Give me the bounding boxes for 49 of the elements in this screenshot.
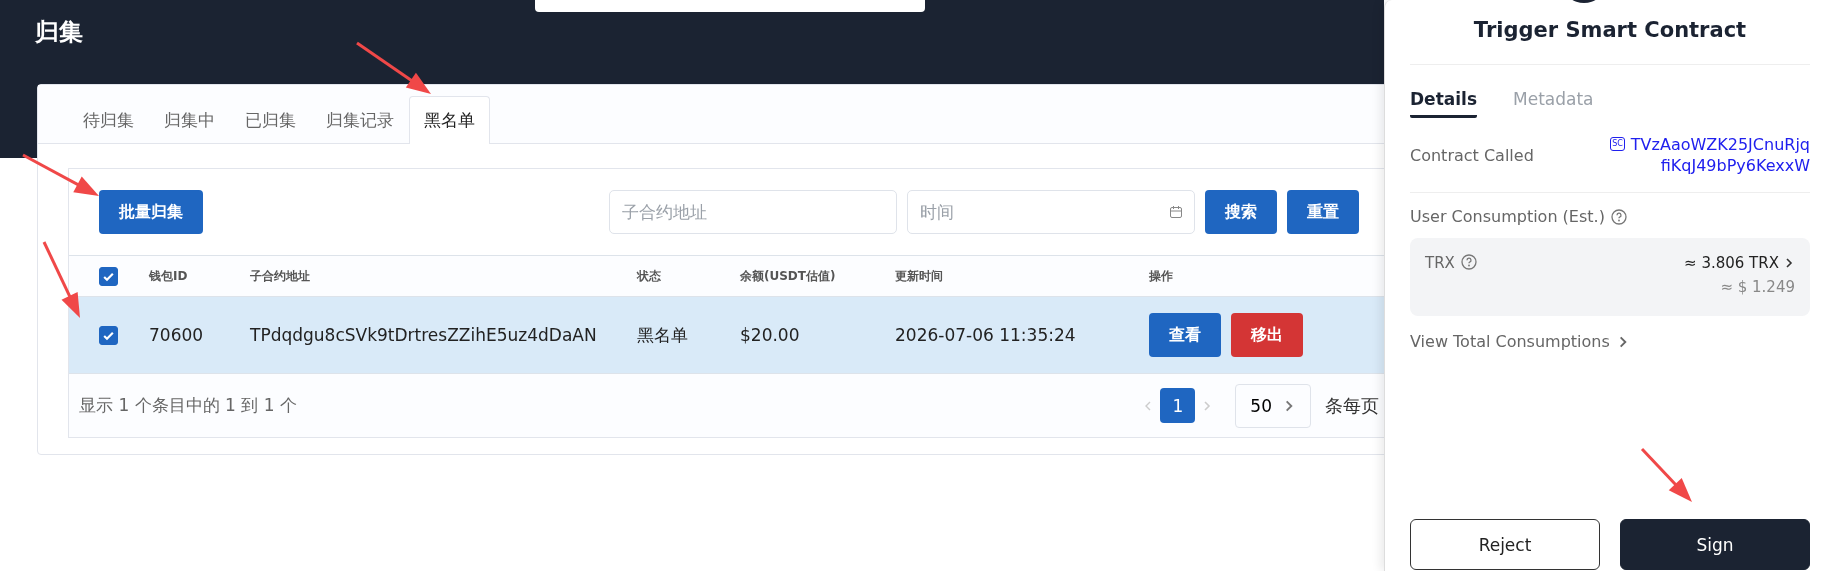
calendar-icon	[1169, 205, 1183, 219]
view-total-link[interactable]: View Total Consumptions	[1410, 332, 1630, 351]
remove-button[interactable]: 移出	[1231, 313, 1303, 357]
view-button[interactable]: 查看	[1149, 313, 1221, 357]
annotation-arrow	[1640, 447, 1692, 502]
tab[interactable]: 归集中	[149, 96, 230, 144]
column-header: 更新时间	[895, 267, 944, 285]
fee-amount: ≈ 3.806 TRX	[1684, 254, 1779, 272]
page-button[interactable]: 1	[1160, 388, 1196, 423]
address-field[interactable]: 子合约地址	[609, 190, 897, 234]
select-all-checkbox[interactable]	[99, 266, 118, 286]
table-cell-text: TPdqdgu8cSVk9tDrtresZZihE5uz4dDaAN	[250, 325, 598, 345]
tab[interactable]: 待归集	[68, 96, 149, 144]
table-row[interactable]: 70600 TPdqdgu8cSVk9tDrtresZZihE5uz4dDaAN 黑名单 $20.00 2026-07-06 11:35:24 查看 移出	[69, 296, 1384, 373]
field-label: Contract Called	[1410, 145, 1534, 165]
table-cell-text: 黑名单	[637, 323, 689, 347]
sign-button[interactable]: Sign	[1620, 519, 1810, 570]
help-icon	[1460, 254, 1477, 270]
tab[interactable]: 黑名单	[409, 96, 490, 144]
table-cell-text: $20.00	[740, 325, 801, 345]
entries-summary: 显示 1 个条目中的 1 到 1 个	[79, 394, 297, 417]
reset-button[interactable]: 重置	[1287, 190, 1359, 234]
fee-usd: ≈ $ 1.249	[1720, 278, 1795, 296]
chevron-right-icon	[1783, 257, 1795, 269]
column-header: 钱包ID	[149, 267, 189, 285]
page-size-label: 条每页	[1325, 393, 1379, 418]
batch-collect-button[interactable]: 批量归集	[99, 190, 203, 234]
column-header: 余额(USDT估值)	[740, 267, 837, 285]
table-cell-text: 2026-07-06 11:35:24	[895, 325, 1077, 345]
page-title: 归集	[35, 17, 83, 48]
help-icon	[1610, 208, 1627, 225]
table-cell-text: 70600	[149, 325, 205, 345]
contract-address-link[interactable]: fiKqJ49bPy6KexxW	[1660, 155, 1810, 176]
column-header: 状态	[637, 267, 662, 285]
field-label: User Consumption (Est.)	[1410, 207, 1605, 226]
panel-title: Trigger Smart Contract	[1410, 0, 1810, 65]
reject-button[interactable]: Reject	[1410, 519, 1600, 570]
column-header: 操作	[1149, 267, 1174, 285]
column-header: 子合约地址	[250, 267, 311, 285]
page-size-select[interactable]: 50	[1235, 383, 1311, 428]
contract-icon: SC	[1610, 137, 1625, 151]
tab[interactable]: 已归集	[230, 96, 311, 144]
tab[interactable]: 归集记录	[311, 96, 409, 144]
search-button[interactable]: 搜索	[1205, 190, 1277, 234]
row-checkbox[interactable]	[99, 325, 118, 345]
tab[interactable]: Details	[1410, 89, 1477, 118]
contract-address-link[interactable]: TVzAaoWZK25JCnuRjq	[1630, 134, 1810, 155]
token-label: TRX	[1425, 254, 1455, 272]
time-field[interactable]: 时间	[907, 190, 1195, 234]
